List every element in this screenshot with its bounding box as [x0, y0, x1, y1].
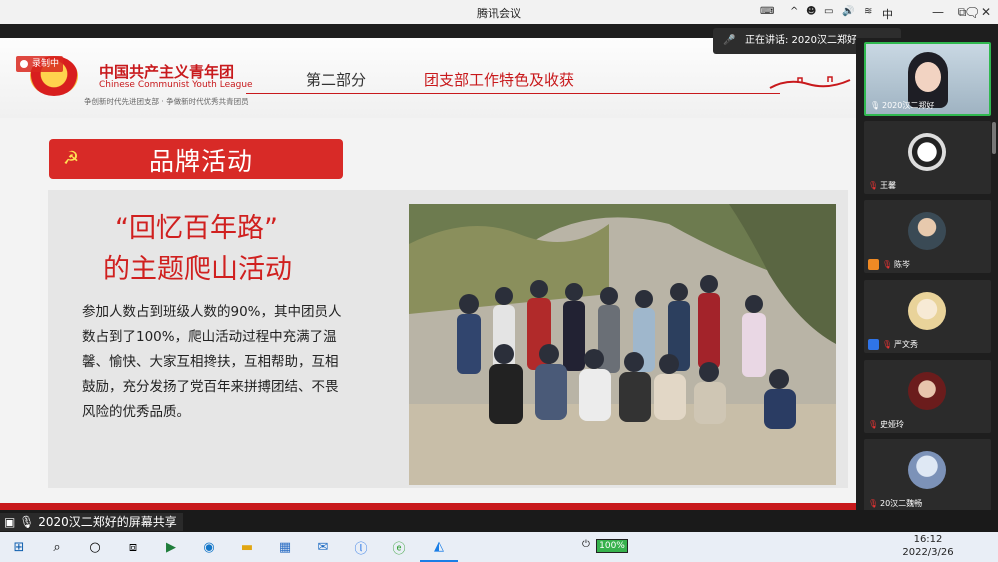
- person-icon: [868, 339, 879, 350]
- participant-tile[interactable]: 🎙 20汉二魏畅: [864, 439, 991, 512]
- hammer-sickle-icon: ☭: [63, 148, 80, 169]
- brand-activity-banner: ☭ 品牌活动: [49, 139, 343, 179]
- battery-icon[interactable]: ▭: [824, 6, 833, 17]
- header-divider: [246, 93, 780, 94]
- participant-name-row: 🎙 陈岑: [868, 259, 910, 270]
- edge-icon[interactable]: ◉: [190, 532, 228, 562]
- participant-tile[interactable]: 🎙 王馨: [864, 121, 991, 194]
- participant-tile[interactable]: 🎙 史娅玲: [864, 360, 991, 433]
- shared-screen: 录制中 中国共产主义青年团 Chinese Communist Youth Le…: [0, 38, 856, 510]
- meeting-window: 腾讯会议 — ⧉ ✕ 录制中 中国共产主义青年团 Chinese Communi…: [0, 0, 998, 562]
- mic-on-icon: 🎙: [870, 100, 881, 110]
- participant-name-row: 🎙 20汉二魏畅: [868, 498, 922, 509]
- task-view-icon[interactable]: ⧈: [114, 532, 152, 562]
- screen-icon: ▣: [4, 515, 16, 529]
- file-explorer-icon[interactable]: ▬: [228, 532, 266, 562]
- group-photo: [409, 204, 836, 485]
- volume-icon[interactable]: 🔊: [842, 6, 854, 17]
- mic-muted-icon: 🎙: [868, 419, 879, 429]
- participant-name-row: 🎙 严文秀: [868, 339, 918, 350]
- slide-part-title: 团支部工作特色及收获: [424, 71, 575, 89]
- avatar: [908, 133, 946, 171]
- person-icon: [868, 259, 879, 270]
- clock[interactable]: 16:12 2022/3/26: [902, 533, 954, 559]
- recording-indicator[interactable]: 录制中: [16, 56, 64, 72]
- org-name-cn: 中国共产主义青年团: [99, 63, 235, 81]
- mic-muted-icon: 🎙: [868, 180, 879, 190]
- avatar: [908, 292, 946, 330]
- search-icon[interactable]: ⌕: [38, 532, 76, 562]
- activity-heading-line1: “回忆百年路”: [115, 213, 278, 244]
- clock-date: 2022/3/26: [902, 547, 954, 558]
- participant-name: 2020汉二郑好: [882, 101, 935, 110]
- cortana-icon[interactable]: ○: [76, 532, 114, 562]
- screen-share-label[interactable]: ▣ 🎙 2020汉二郑好的屏幕共享: [0, 513, 183, 531]
- ie-icon[interactable]: ⓔ: [380, 532, 418, 562]
- speaking-text: 正在讲话: 2020汉二郑好: [745, 35, 857, 46]
- participant-scrollbar[interactable]: [992, 122, 996, 154]
- participant-name-row: 🎙 史娅玲: [868, 419, 904, 430]
- share-label-text: 2020汉二郑好的屏幕共享: [38, 515, 177, 529]
- activity-heading-line2: 的主题爬山活动: [103, 254, 292, 285]
- ime-indicator[interactable]: 中: [882, 6, 893, 22]
- participant-name-row: 🎙 王馨: [868, 180, 896, 191]
- brand-activity-label: 品牌活动: [149, 147, 254, 176]
- mic-icon: 🎤: [723, 35, 736, 46]
- mic-muted-icon: 🎙: [882, 259, 893, 269]
- avatar: [908, 372, 946, 410]
- participant-name: 陈岑: [894, 260, 910, 269]
- start-button[interactable]: ⊞: [0, 532, 38, 562]
- slide-part: 第二部分: [306, 71, 367, 89]
- participant-video-face: [915, 62, 941, 92]
- participant-name-row: 🎙 2020汉二郑好: [870, 100, 934, 111]
- participant-name: 史娅玲: [880, 420, 904, 429]
- slide-bottom-stripe: [0, 503, 856, 510]
- wifi-icon[interactable]: ≋: [864, 6, 872, 17]
- participant-name: 王馨: [880, 181, 896, 190]
- participant-name: 20汉二魏畅: [880, 499, 923, 508]
- keyboard-icon[interactable]: ⌨: [760, 6, 774, 17]
- participant-tile[interactable]: 🎙 严文秀: [864, 280, 991, 353]
- app-l-icon[interactable]: ⓛ: [342, 532, 380, 562]
- participant-name: 严文秀: [894, 340, 918, 349]
- participant-tile[interactable]: 🎙 陈岑: [864, 200, 991, 273]
- chevron-up-icon[interactable]: ^: [790, 6, 798, 17]
- org-name-en: Chinese Communist Youth League: [99, 80, 253, 90]
- store-icon[interactable]: ▦: [266, 532, 304, 562]
- battery-indicator[interactable]: 100%: [596, 539, 628, 553]
- media-player-icon[interactable]: ▶: [152, 532, 190, 562]
- clock-time: 16:12: [913, 534, 943, 545]
- mic-icon: 🎙: [19, 515, 35, 529]
- notification-icon[interactable]: 🗨: [964, 6, 981, 21]
- mic-muted-icon: 🎙: [882, 339, 893, 349]
- mic-muted-icon: 🎙: [868, 498, 879, 508]
- participant-tile[interactable]: 🎙 2020汉二郑好: [864, 42, 991, 116]
- slide-motto: 争创新时代先进团支部 · 争做新时代优秀共青团员: [84, 97, 249, 106]
- tray-app-icon[interactable]: ☻: [806, 6, 816, 17]
- activity-description: 参加人数占到班级人数的90%，其中团员人数占到了100%，爬山活动过程中充满了温…: [82, 304, 342, 420]
- avatar: [908, 451, 946, 489]
- great-wall-icon: [769, 76, 851, 89]
- mail-icon[interactable]: ✉: [304, 532, 342, 562]
- tencent-meeting-icon[interactable]: ◭: [420, 532, 458, 562]
- plug-icon: ⏻: [582, 539, 590, 550]
- avatar: [908, 212, 946, 250]
- minimize-button[interactable]: —: [926, 3, 950, 21]
